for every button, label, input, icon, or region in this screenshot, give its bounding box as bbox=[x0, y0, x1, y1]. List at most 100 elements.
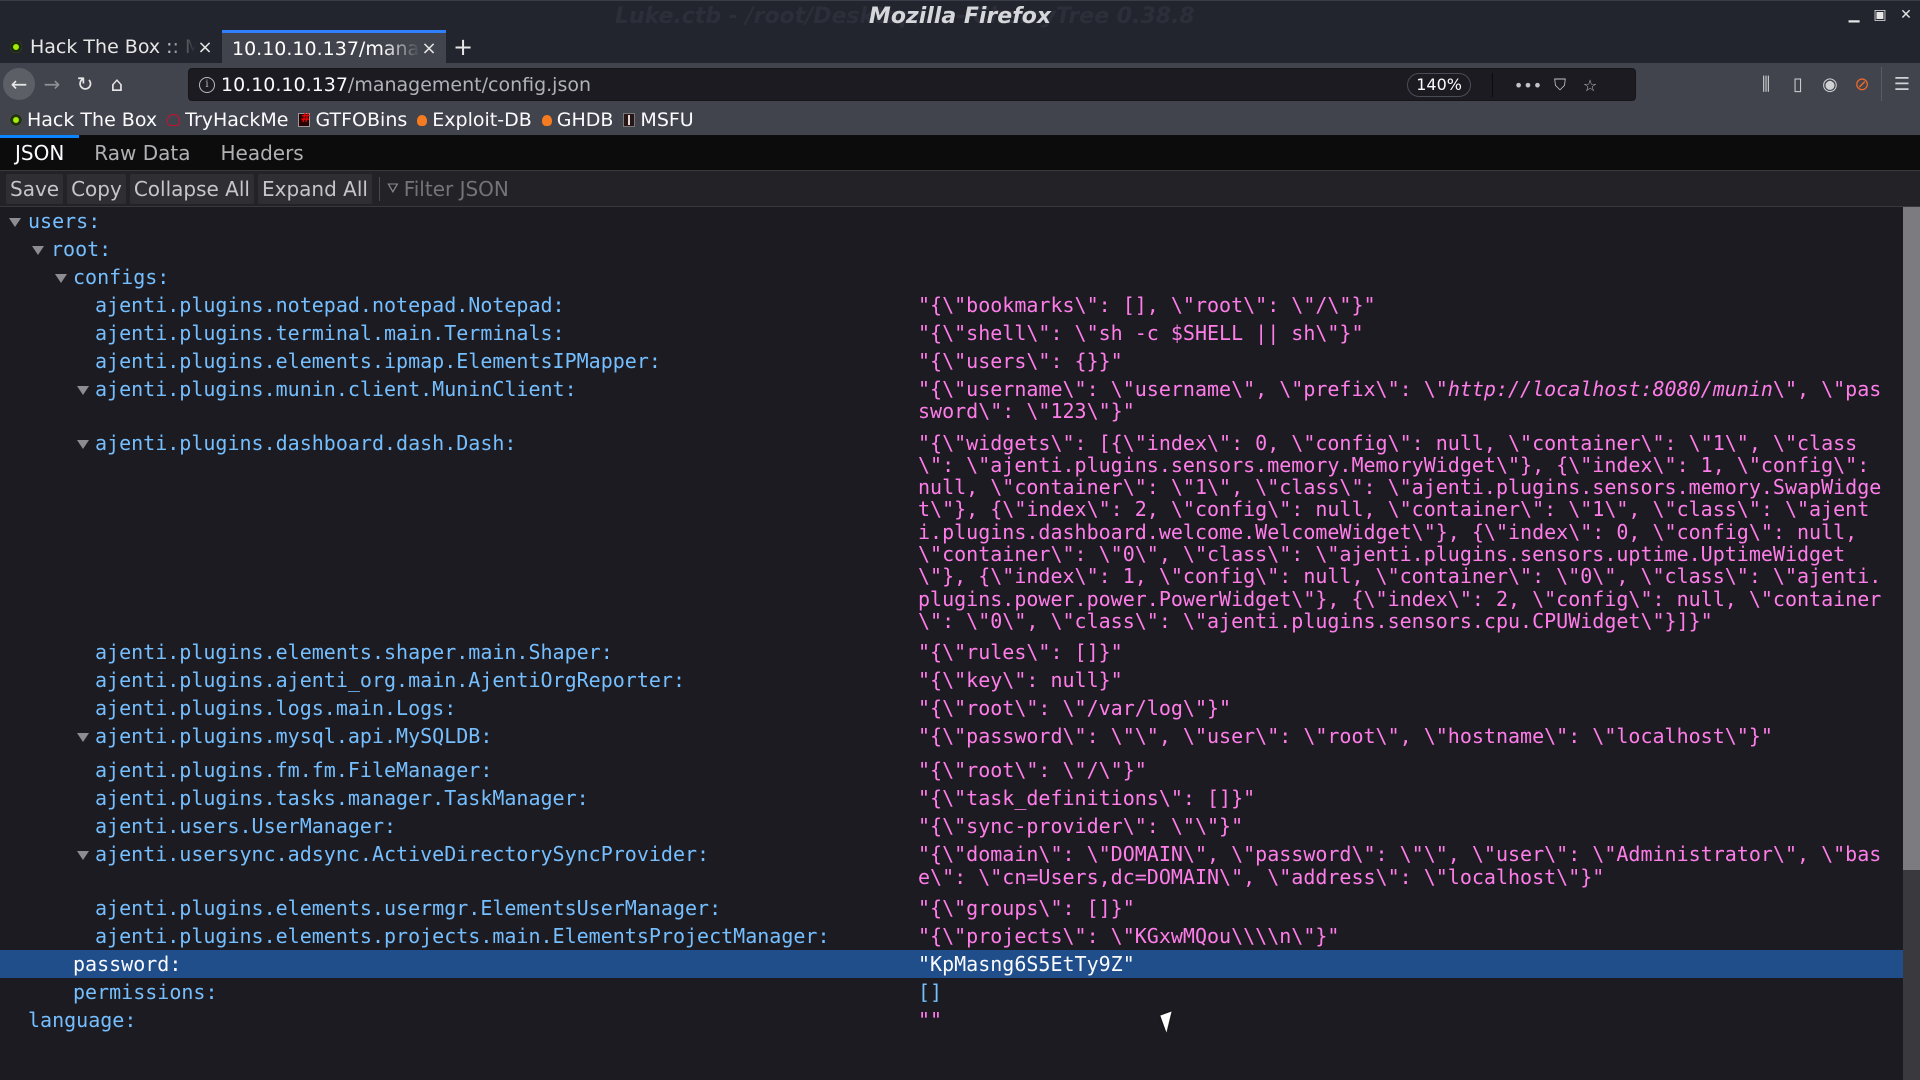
json-value[interactable]: "{\"users\": {}}" bbox=[918, 350, 1893, 373]
bookmark-gtfobins[interactable]: GTFOBins bbox=[298, 109, 407, 131]
bookmark-ghdb[interactable]: GHDB bbox=[541, 109, 614, 131]
url-text[interactable]: 10.10.10.137/management/config.json bbox=[221, 74, 591, 96]
scrollbar-thumb[interactable] bbox=[1903, 207, 1920, 871]
tab-raw-data[interactable]: Raw Data bbox=[79, 135, 205, 171]
tree-row-configs[interactable]: configs: bbox=[0, 263, 1903, 291]
tree-row-config[interactable]: ajenti.plugins.elements.usermgr.Elements… bbox=[0, 894, 1903, 922]
tab-json[interactable]: JSON bbox=[0, 134, 80, 171]
zoom-level-button[interactable]: 140% bbox=[1407, 73, 1471, 97]
url-link[interactable]: http://localhost:8080/munin bbox=[1448, 377, 1773, 401]
json-value[interactable]: "{\"groups\": []}" bbox=[918, 897, 1893, 920]
json-value[interactable]: "{\"username\": \"username\", \"prefix\"… bbox=[918, 378, 1893, 423]
bookmark-label: Exploit-DB bbox=[432, 109, 532, 131]
json-key: ajenti.plugins.mysql.api.MySQLDB: bbox=[95, 724, 493, 749]
tree-row-config[interactable]: ajenti.plugins.munin.client.MuninClient:… bbox=[0, 375, 1903, 423]
json-key: ajenti.plugins.notepad.notepad.Notepad: bbox=[95, 293, 565, 317]
home-button[interactable]: ⌂ bbox=[101, 68, 133, 100]
extension-icon[interactable]: ⊘ bbox=[1846, 68, 1878, 100]
bookmark-label: GHDB bbox=[556, 109, 614, 131]
expand-twisty-icon[interactable] bbox=[77, 439, 89, 449]
back-button[interactable]: ← bbox=[3, 68, 35, 100]
hamburger-menu-icon[interactable]: ☰ bbox=[1886, 68, 1918, 100]
json-value[interactable]: "{\"widgets\": [{\"index\": 0, \"config\… bbox=[918, 431, 1893, 633]
json-value[interactable]: "{\"domain\": \"DOMAIN\", \"password\": … bbox=[918, 843, 1893, 888]
filter-json-input[interactable]: ⛛ Filter JSON bbox=[387, 177, 687, 201]
close-tab-icon[interactable]: × bbox=[196, 37, 214, 58]
tree-row-config[interactable]: ajenti.plugins.dashboard.dash.Dash: "{\"w… bbox=[0, 429, 1903, 633]
expand-all-button[interactable]: Expand All bbox=[257, 173, 372, 204]
tab-config-json[interactable]: 10.10.10.137/management/config.json × bbox=[222, 30, 446, 64]
tree-row-config[interactable]: ajenti.plugins.mysql.api.MySQLDB: "{\"pas… bbox=[0, 722, 1903, 750]
json-value[interactable]: "{\"root\": \"/var/log\"}" bbox=[918, 697, 1893, 720]
library-icon[interactable]: ⫼ bbox=[1750, 68, 1782, 100]
tab-hackthebox[interactable]: Hack The Box :: Machines × bbox=[0, 30, 222, 64]
json-value[interactable]: "KpMasng6S5EtTy9Z" bbox=[918, 953, 1893, 976]
copy-button[interactable]: Copy bbox=[67, 173, 126, 204]
tree-row-config[interactable]: ajenti.plugins.logs.main.Logs: "{\"root\"… bbox=[0, 694, 1903, 722]
site-info-icon[interactable]: i bbox=[199, 76, 215, 93]
json-value[interactable]: "" bbox=[918, 1009, 1893, 1032]
page-actions-icon[interactable]: ••• bbox=[1514, 72, 1542, 98]
url-bar[interactable]: i 10.10.10.137/management/config.json 14… bbox=[188, 68, 1636, 101]
json-value[interactable]: "{\"bookmarks\": [], \"root\": \"/\"}" bbox=[918, 294, 1893, 317]
tryhackme-icon bbox=[167, 114, 181, 126]
tree-row-config[interactable]: ajenti.plugins.elements.ipmap.ElementsIP… bbox=[0, 347, 1903, 375]
tree-row-config[interactable]: ajenti.plugins.ajenti_org.main.AjentiOrg… bbox=[0, 666, 1903, 694]
expand-twisty-icon[interactable] bbox=[77, 733, 89, 743]
tree-row-config[interactable]: ajenti.plugins.elements.shaper.main.Shap… bbox=[0, 638, 1903, 666]
sidebar-icon[interactable]: ▯ bbox=[1782, 68, 1814, 100]
expand-twisty-icon[interactable] bbox=[55, 274, 67, 283]
tree-row-config[interactable]: ajenti.plugins.terminal.main.Terminals: "… bbox=[0, 319, 1903, 347]
json-value[interactable]: "{\"key\": null}" bbox=[918, 669, 1893, 692]
json-value[interactable]: "{\"password\": \"\", \"user\": \"root\"… bbox=[918, 725, 1893, 748]
tree-row-config[interactable]: ajenti.users.UserManager: "{\"sync-provid… bbox=[0, 812, 1903, 840]
bookmark-tryhackme[interactable]: TryHackMe bbox=[167, 109, 288, 131]
maximize-button[interactable]: ▣ bbox=[1872, 7, 1888, 23]
close-window-button[interactable]: ✕ bbox=[1898, 7, 1914, 23]
url-host: 10.10.10.137 bbox=[221, 73, 348, 96]
expand-twisty-icon[interactable] bbox=[32, 246, 44, 255]
bookmark-msfu[interactable]: MSFU bbox=[623, 109, 694, 131]
tab-headers[interactable]: Headers bbox=[205, 135, 318, 171]
tree-row-users[interactable]: users: bbox=[0, 207, 1903, 235]
collapse-all-button[interactable]: Collapse All bbox=[129, 173, 254, 204]
expand-twisty-icon[interactable] bbox=[77, 386, 89, 395]
account-icon[interactable]: ◉ bbox=[1814, 68, 1846, 100]
vertical-scrollbar[interactable] bbox=[1903, 207, 1920, 1080]
tree-row-config[interactable]: ajenti.plugins.tasks.manager.TaskManager… bbox=[0, 784, 1903, 812]
json-key: configs: bbox=[73, 265, 170, 289]
tree-row-config[interactable]: ajenti.plugins.elements.projects.main.El… bbox=[0, 922, 1903, 950]
tree-row-config[interactable]: ajenti.plugins.notepad.notepad.Notepad: "… bbox=[0, 291, 1903, 319]
bookmark-exploitdb[interactable]: Exploit-DB bbox=[417, 109, 532, 131]
tree-row-password[interactable]: password: "KpMasng6S5EtTy9Z" bbox=[0, 949, 1903, 978]
close-tab-icon[interactable]: × bbox=[420, 38, 438, 59]
expand-twisty-icon[interactable] bbox=[9, 218, 21, 227]
pocket-icon[interactable]: ⛉ bbox=[1547, 72, 1573, 98]
minimize-button[interactable]: ▁ bbox=[1846, 7, 1862, 23]
reload-button[interactable]: ↻ bbox=[69, 68, 101, 100]
forward-button[interactable]: → bbox=[36, 68, 68, 100]
expand-twisty-icon[interactable] bbox=[77, 851, 89, 861]
gtfobins-icon bbox=[298, 111, 311, 127]
tree-row-language[interactable]: language: "" bbox=[0, 1006, 1903, 1034]
new-tab-button[interactable]: + bbox=[446, 30, 480, 64]
json-value[interactable]: [] bbox=[918, 981, 1893, 1004]
save-button[interactable]: Save bbox=[6, 173, 64, 204]
json-value[interactable]: "{\"sync-provider\": \"\"}" bbox=[918, 815, 1893, 838]
tree-row-config[interactable]: ajenti.plugins.fm.fm.FileManager: "{\"roo… bbox=[0, 756, 1903, 784]
json-value[interactable]: "{\"rules\": []}" bbox=[918, 641, 1893, 664]
bookmark-label: MSFU bbox=[640, 109, 694, 131]
tree-row-root[interactable]: root: bbox=[0, 235, 1903, 263]
json-value[interactable]: "{\"shell\": \"sh -c $SHELL || sh\"}" bbox=[918, 322, 1893, 345]
tree-row-permissions[interactable]: permissions: [] bbox=[0, 978, 1903, 1006]
json-value[interactable]: "{\"task_definitions\": []}" bbox=[918, 787, 1893, 810]
hackthebox-icon bbox=[10, 114, 22, 126]
json-value[interactable]: "{\"root\": \"/\"}" bbox=[918, 759, 1893, 782]
window-title: Mozilla Firefox bbox=[868, 4, 1052, 29]
tree-row-config[interactable]: ajenti.usersync.adsync.ActiveDirectorySy… bbox=[0, 840, 1903, 888]
json-key: permissions: bbox=[73, 979, 218, 1004]
json-viewer-tabs: JSON Raw Data Headers bbox=[0, 134, 1920, 171]
bookmark-hackthebox[interactable]: Hack The Box bbox=[10, 109, 157, 131]
bookmark-star-icon[interactable]: ☆ bbox=[1577, 72, 1603, 98]
json-value[interactable]: "{\"projects\": \"KGxwMQou\\\\n\"}" bbox=[918, 925, 1893, 948]
